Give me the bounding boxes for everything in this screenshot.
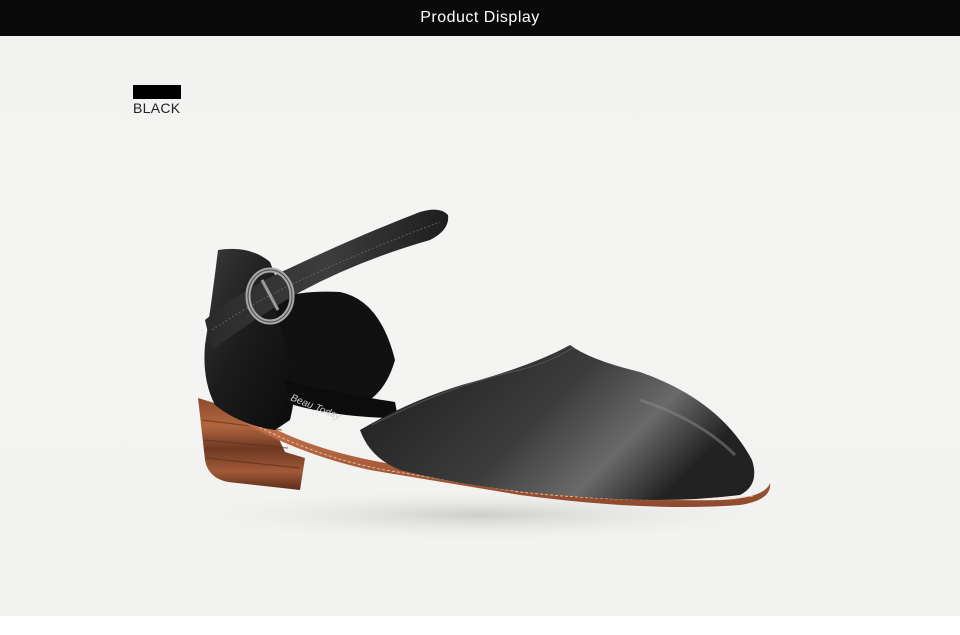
section-header-bar: Product Display	[0, 0, 960, 36]
color-name-label: BLACK	[133, 100, 181, 116]
bottom-spacer	[0, 616, 960, 635]
section-title: Product Display	[420, 9, 540, 26]
product-photo-area: Beau Today BLACK	[0, 36, 960, 616]
product-display-page: Product Display Beau Today BLACK	[0, 0, 960, 635]
shoe-product-image: Beau Today	[160, 209, 800, 543]
color-swatch	[133, 85, 181, 99]
